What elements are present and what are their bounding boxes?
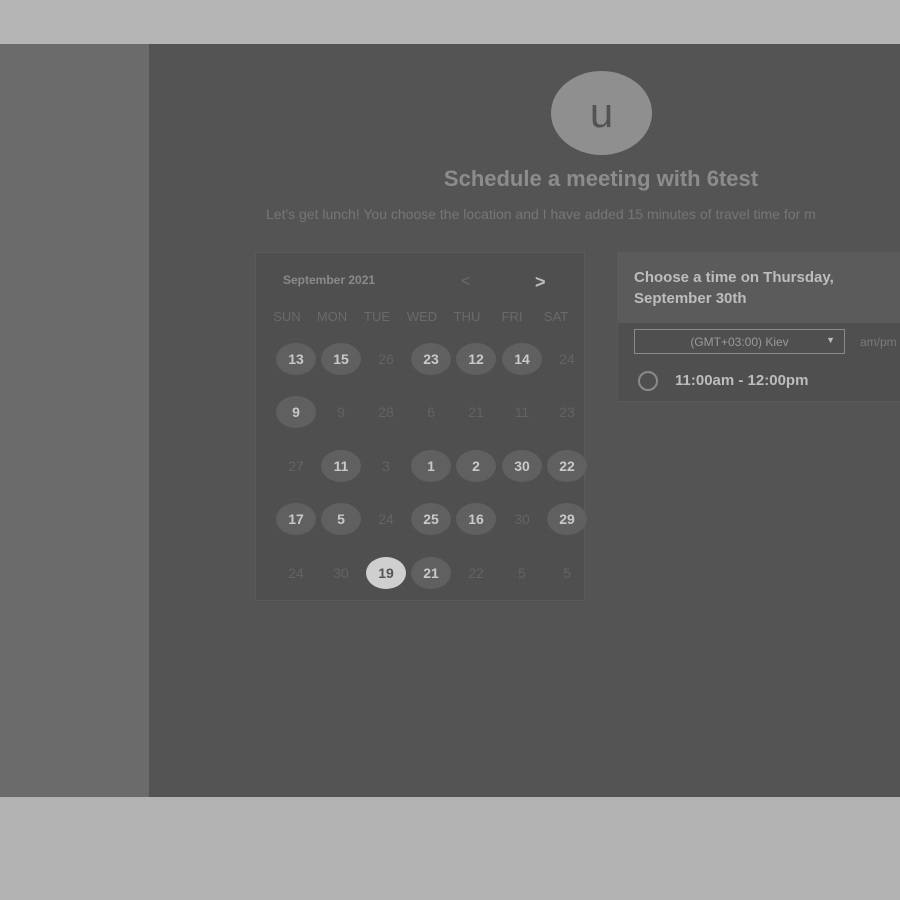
calendar-day[interactable]: 16 [456,503,496,535]
calendar-day: 28 [378,404,394,420]
calendar-day: 26 [378,351,394,367]
calendar-day: 24 [378,511,394,527]
calendar-day[interactable]: 13 [276,343,316,375]
calendar-day: 22 [468,565,484,581]
avatar: u [551,71,652,155]
calendar-day: 21 [468,404,484,420]
calendar-day: 30 [514,511,530,527]
time-slot-label[interactable]: 11:00am - 12:00pm [675,372,808,389]
calendar-day: 11 [514,404,530,420]
page-title: Schedule a meeting with 6test [443,166,759,191]
calendar-day: 27 [288,458,304,474]
calendar-day[interactable]: 9 [276,396,316,428]
calendar-day[interactable]: 12 [456,343,496,375]
bottom-band [0,797,900,900]
calendar-day: 30 [333,565,349,581]
calendar-day[interactable]: 2 [456,450,496,482]
time-panel-header: Choose a time on Thursday, September 30t… [618,253,900,323]
top-band [0,0,900,44]
meeting-description: Let's get lunch! You choose the location… [266,206,816,222]
calendar-day[interactable]: 17 [276,503,316,535]
calendar-day[interactable]: 14 [502,343,542,375]
calendar-day[interactable]: 11 [321,450,361,482]
timezone-select[interactable]: (GMT+03:00) Kiev ▼ [634,329,845,354]
timezone-value: (GMT+03:00) Kiev [690,334,789,349]
calendar-day: 24 [559,351,575,367]
calendar-day: 24 [288,565,304,581]
calendar-day[interactable]: 22 [547,450,587,482]
calendar-day: 23 [559,404,575,420]
calendar-day[interactable]: 30 [502,450,542,482]
calendar-day-selected[interactable]: 19 [366,557,406,589]
calendar-day[interactable]: 29 [547,503,587,535]
calendar-day: 5 [563,565,571,581]
calendar-day: 3 [382,458,390,474]
time-panel-heading: Choose a time on Thursday, September 30t… [634,269,834,307]
calendar-day[interactable]: 25 [411,503,451,535]
calendar-day[interactable]: 15 [321,343,361,375]
scheduling-page: u Schedule a meeting with 6test Let's ge… [149,44,900,797]
calendar-day: 5 [518,565,526,581]
calendar-day[interactable]: 5 [321,503,361,535]
left-panel [0,44,149,797]
date-picker-calendar: September 2021 < > SUN MON TUE WED THU F… [255,252,587,602]
calendar-day: 6 [427,404,435,420]
calendar-day[interactable]: 23 [411,343,451,375]
time-slot-radio[interactable] [638,371,658,391]
calendar-day-grid: 13 15 26 23 12 14 24 9 9 28 6 21 11 23 27 11 3 1 2 30 22 17 5 2… [256,253,587,602]
calendar-day[interactable]: 1 [411,450,451,482]
caret-down-icon: ▼ [826,335,835,345]
avatar-letter: u [589,89,614,136]
time-selection-panel: Choose a time on Thursday, September 30t… [617,252,900,402]
time-format-toggle[interactable]: am/pm [860,335,897,349]
calendar-day: 9 [337,404,345,420]
calendar-day[interactable]: 21 [411,557,451,589]
